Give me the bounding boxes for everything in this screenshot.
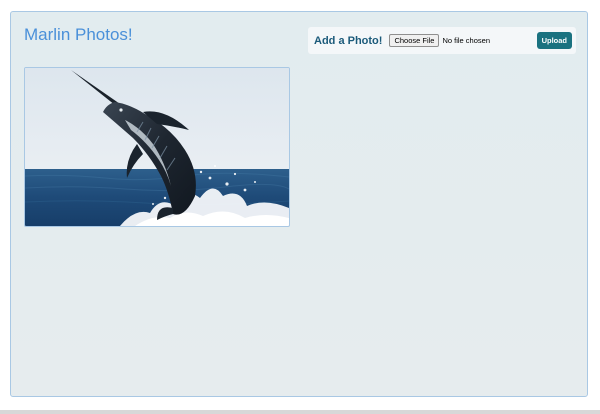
app-container: Marlin Photos! Add a Photo! Choose File … [10,11,588,397]
window-bottom-edge [0,410,600,414]
upload-button[interactable]: Upload [536,32,572,49]
marlin-photo [25,68,289,226]
upload-form: Add a Photo! Choose File No file chosen … [308,27,576,54]
upload-heading: Add a Photo! [314,34,383,47]
page-title: Marlin Photos! [24,25,133,44]
choose-file-button[interactable]: Choose File [389,34,440,47]
file-status-text: No file chosen [442,36,490,45]
photo-card[interactable] [24,67,290,227]
